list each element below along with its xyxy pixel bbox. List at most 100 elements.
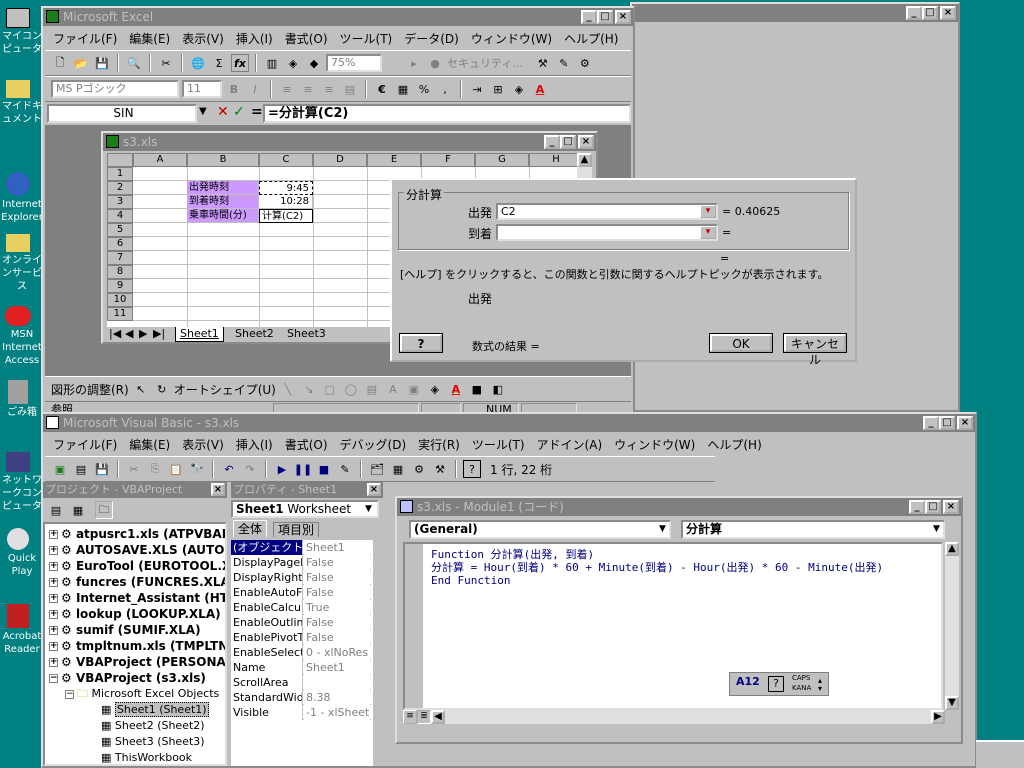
- maximize-button[interactable]: □: [597, 10, 613, 24]
- property-row[interactable]: EnableAutoFil False: [231, 585, 371, 600]
- project-node[interactable]: + ⚙ atpusrc1.xls (ATPVBAE: [49, 526, 225, 542]
- project-object-node[interactable]: ▦ ThisWorkbook: [101, 750, 192, 764]
- menu-window[interactable]: ウィンドウ(W): [614, 436, 695, 453]
- property-value[interactable]: Sheet1: [304, 660, 370, 675]
- cancel-icon[interactable]: ✕: [217, 104, 229, 120]
- sheet-tab-sheet2[interactable]: Sheet2: [231, 327, 278, 341]
- menu-edit[interactable]: 編集(E): [129, 436, 170, 453]
- row-header[interactable]: 9: [107, 279, 133, 293]
- project-node[interactable]: + ⚙ funcres (FUNCRES.XLA: [49, 574, 225, 590]
- project-node[interactable]: + ⚙ sumif (SUMIF.XLA): [49, 622, 201, 638]
- excel-objects-folder[interactable]: − 🗀 Microsoft Excel Objects: [65, 686, 219, 702]
- view-excel-icon[interactable]: ▣: [51, 460, 69, 478]
- 3d-icon[interactable]: ◧: [489, 380, 507, 398]
- ime-help-icon[interactable]: ?: [768, 676, 784, 692]
- property-value[interactable]: False: [304, 570, 370, 585]
- quickplay-desktop-icon[interactable]: Quick Play: [0, 528, 44, 578]
- minimize-button[interactable]: _: [906, 6, 922, 20]
- object-browser-icon[interactable]: ⚙: [410, 460, 428, 478]
- scroll-right-icon[interactable]: ▶: [931, 710, 945, 724]
- property-row[interactable]: EnableOutlinirFalse: [231, 615, 371, 630]
- select-all-corner[interactable]: [107, 153, 133, 167]
- break-icon[interactable]: ❚❚: [294, 460, 312, 478]
- shadow-icon[interactable]: ■: [468, 380, 486, 398]
- close-button[interactable]: ×: [211, 483, 225, 496]
- object-dropdown[interactable]: (General): [409, 520, 671, 539]
- code-line[interactable]: 分計算 = Hour(到着) * 60 + Minute(到着) - Hour(…: [431, 561, 883, 574]
- chart-wizard-icon[interactable]: ▥: [263, 54, 281, 72]
- close-button[interactable]: ×: [943, 500, 959, 514]
- menu-window[interactable]: ウィンドウ(W): [471, 30, 552, 47]
- property-value[interactable]: -1 - xlSheet: [304, 705, 370, 720]
- property-value[interactable]: False: [304, 585, 370, 600]
- minimize-button[interactable]: _: [581, 10, 597, 24]
- menu-format[interactable]: 書式(O): [285, 436, 328, 453]
- fill-color-icon[interactable]: ◈: [426, 380, 444, 398]
- row-header[interactable]: 3: [107, 195, 133, 209]
- first-sheet-icon[interactable]: |◀: [109, 327, 121, 341]
- row-header[interactable]: 2: [107, 181, 133, 195]
- cell-b2[interactable]: 出発時刻: [187, 181, 259, 195]
- row-header[interactable]: 5: [107, 223, 133, 237]
- open-icon[interactable]: 📂: [72, 54, 90, 72]
- drawing-icon[interactable]: ◆: [305, 54, 323, 72]
- ime-spin-icon[interactable]: ▴ ▾: [818, 677, 822, 693]
- scroll-up-icon[interactable]: ▲: [577, 153, 592, 167]
- reset-icon[interactable]: ■: [315, 460, 333, 478]
- free-rotate-icon[interactable]: ↻: [153, 380, 171, 398]
- property-row[interactable]: EnableSelecti 0 - xlNoRes: [231, 645, 371, 660]
- scroll-up-icon[interactable]: ▲: [945, 542, 959, 556]
- sheet-tab-sheet1[interactable]: Sheet1: [175, 327, 224, 342]
- property-row[interactable]: Name Sheet1: [231, 660, 371, 675]
- hyperlink-icon[interactable]: 🌐: [189, 54, 207, 72]
- collapse-icon[interactable]: −: [65, 689, 74, 699]
- redo-icon[interactable]: ↷: [241, 460, 259, 478]
- autoshape-menu[interactable]: オートシェイプ(U): [174, 381, 276, 398]
- control-toolbox-icon[interactable]: ⚒: [534, 54, 552, 72]
- column-header[interactable]: H: [529, 153, 577, 167]
- print-preview-icon[interactable]: 🔍: [125, 54, 143, 72]
- prev-sheet-icon[interactable]: ◀: [125, 327, 133, 341]
- minimize-button[interactable]: _: [544, 135, 560, 149]
- oval-icon[interactable]: ◯: [342, 380, 360, 398]
- property-value[interactable]: False: [304, 630, 370, 645]
- cell-c3[interactable]: 10:28: [259, 195, 313, 209]
- property-value[interactable]: True: [304, 600, 370, 615]
- expand-icon[interactable]: +: [49, 642, 58, 651]
- wordart-icon[interactable]: A: [384, 380, 402, 398]
- msn-desktop-icon[interactable]: MSN Internet Access: [0, 306, 44, 367]
- euro-icon[interactable]: €: [373, 80, 391, 98]
- acrobat-desktop-icon[interactable]: Acrobat Reader: [0, 604, 44, 656]
- next-sheet-icon[interactable]: ▶: [139, 327, 147, 341]
- project-node[interactable]: + ⚙ Internet_Assistant (HTI: [49, 590, 225, 606]
- paste-icon[interactable]: 📋: [167, 460, 185, 478]
- arg2-input[interactable]: [496, 224, 718, 241]
- expand-icon[interactable]: +: [49, 658, 58, 667]
- property-row[interactable]: DisplayRightT False: [231, 570, 371, 585]
- property-value[interactable]: 0 - xlNoRes: [304, 645, 370, 660]
- column-header[interactable]: D: [313, 153, 367, 167]
- align-center-icon[interactable]: ≡: [299, 80, 317, 98]
- procedure-dropdown[interactable]: 分計算: [681, 520, 945, 539]
- menu-file[interactable]: ファイル(F): [53, 30, 117, 47]
- online-services-desktop-icon[interactable]: オンラインサービス: [0, 234, 44, 293]
- project-node[interactable]: + ⚙ lookup (LOOKUP.XLA): [49, 606, 221, 622]
- zoom-select[interactable]: 75%: [326, 54, 382, 72]
- select-objects-icon[interactable]: ↖: [132, 380, 150, 398]
- procedure-view-icon[interactable]: ≡: [403, 710, 417, 724]
- property-row[interactable]: DisplayPageB False: [231, 555, 371, 570]
- menu-help[interactable]: ヘルプ(H): [564, 30, 618, 47]
- font-select[interactable]: MS Pゴシック: [51, 80, 179, 98]
- project-object-node[interactable]: ▦ Sheet2 (Sheet2): [101, 718, 205, 734]
- menu-format[interactable]: 書式(O): [285, 30, 328, 47]
- property-row[interactable]: EnableCalcula True: [231, 600, 371, 615]
- clipart-icon[interactable]: ▣: [405, 380, 423, 398]
- tab-categorized[interactable]: 項目別: [273, 522, 320, 537]
- row-header[interactable]: 1: [107, 167, 133, 181]
- object-select[interactable]: Sheet1 Worksheet: [231, 500, 379, 518]
- enter-icon[interactable]: ✓: [233, 104, 245, 120]
- project-node[interactable]: + ⚙ AUTOSAVE.XLS (AUTO: [49, 542, 224, 558]
- procedure-dropdown-icon[interactable]: ▼: [933, 524, 940, 534]
- property-row[interactable]: StandardWidth8.38: [231, 690, 371, 705]
- property-value[interactable]: 8.38: [304, 690, 370, 705]
